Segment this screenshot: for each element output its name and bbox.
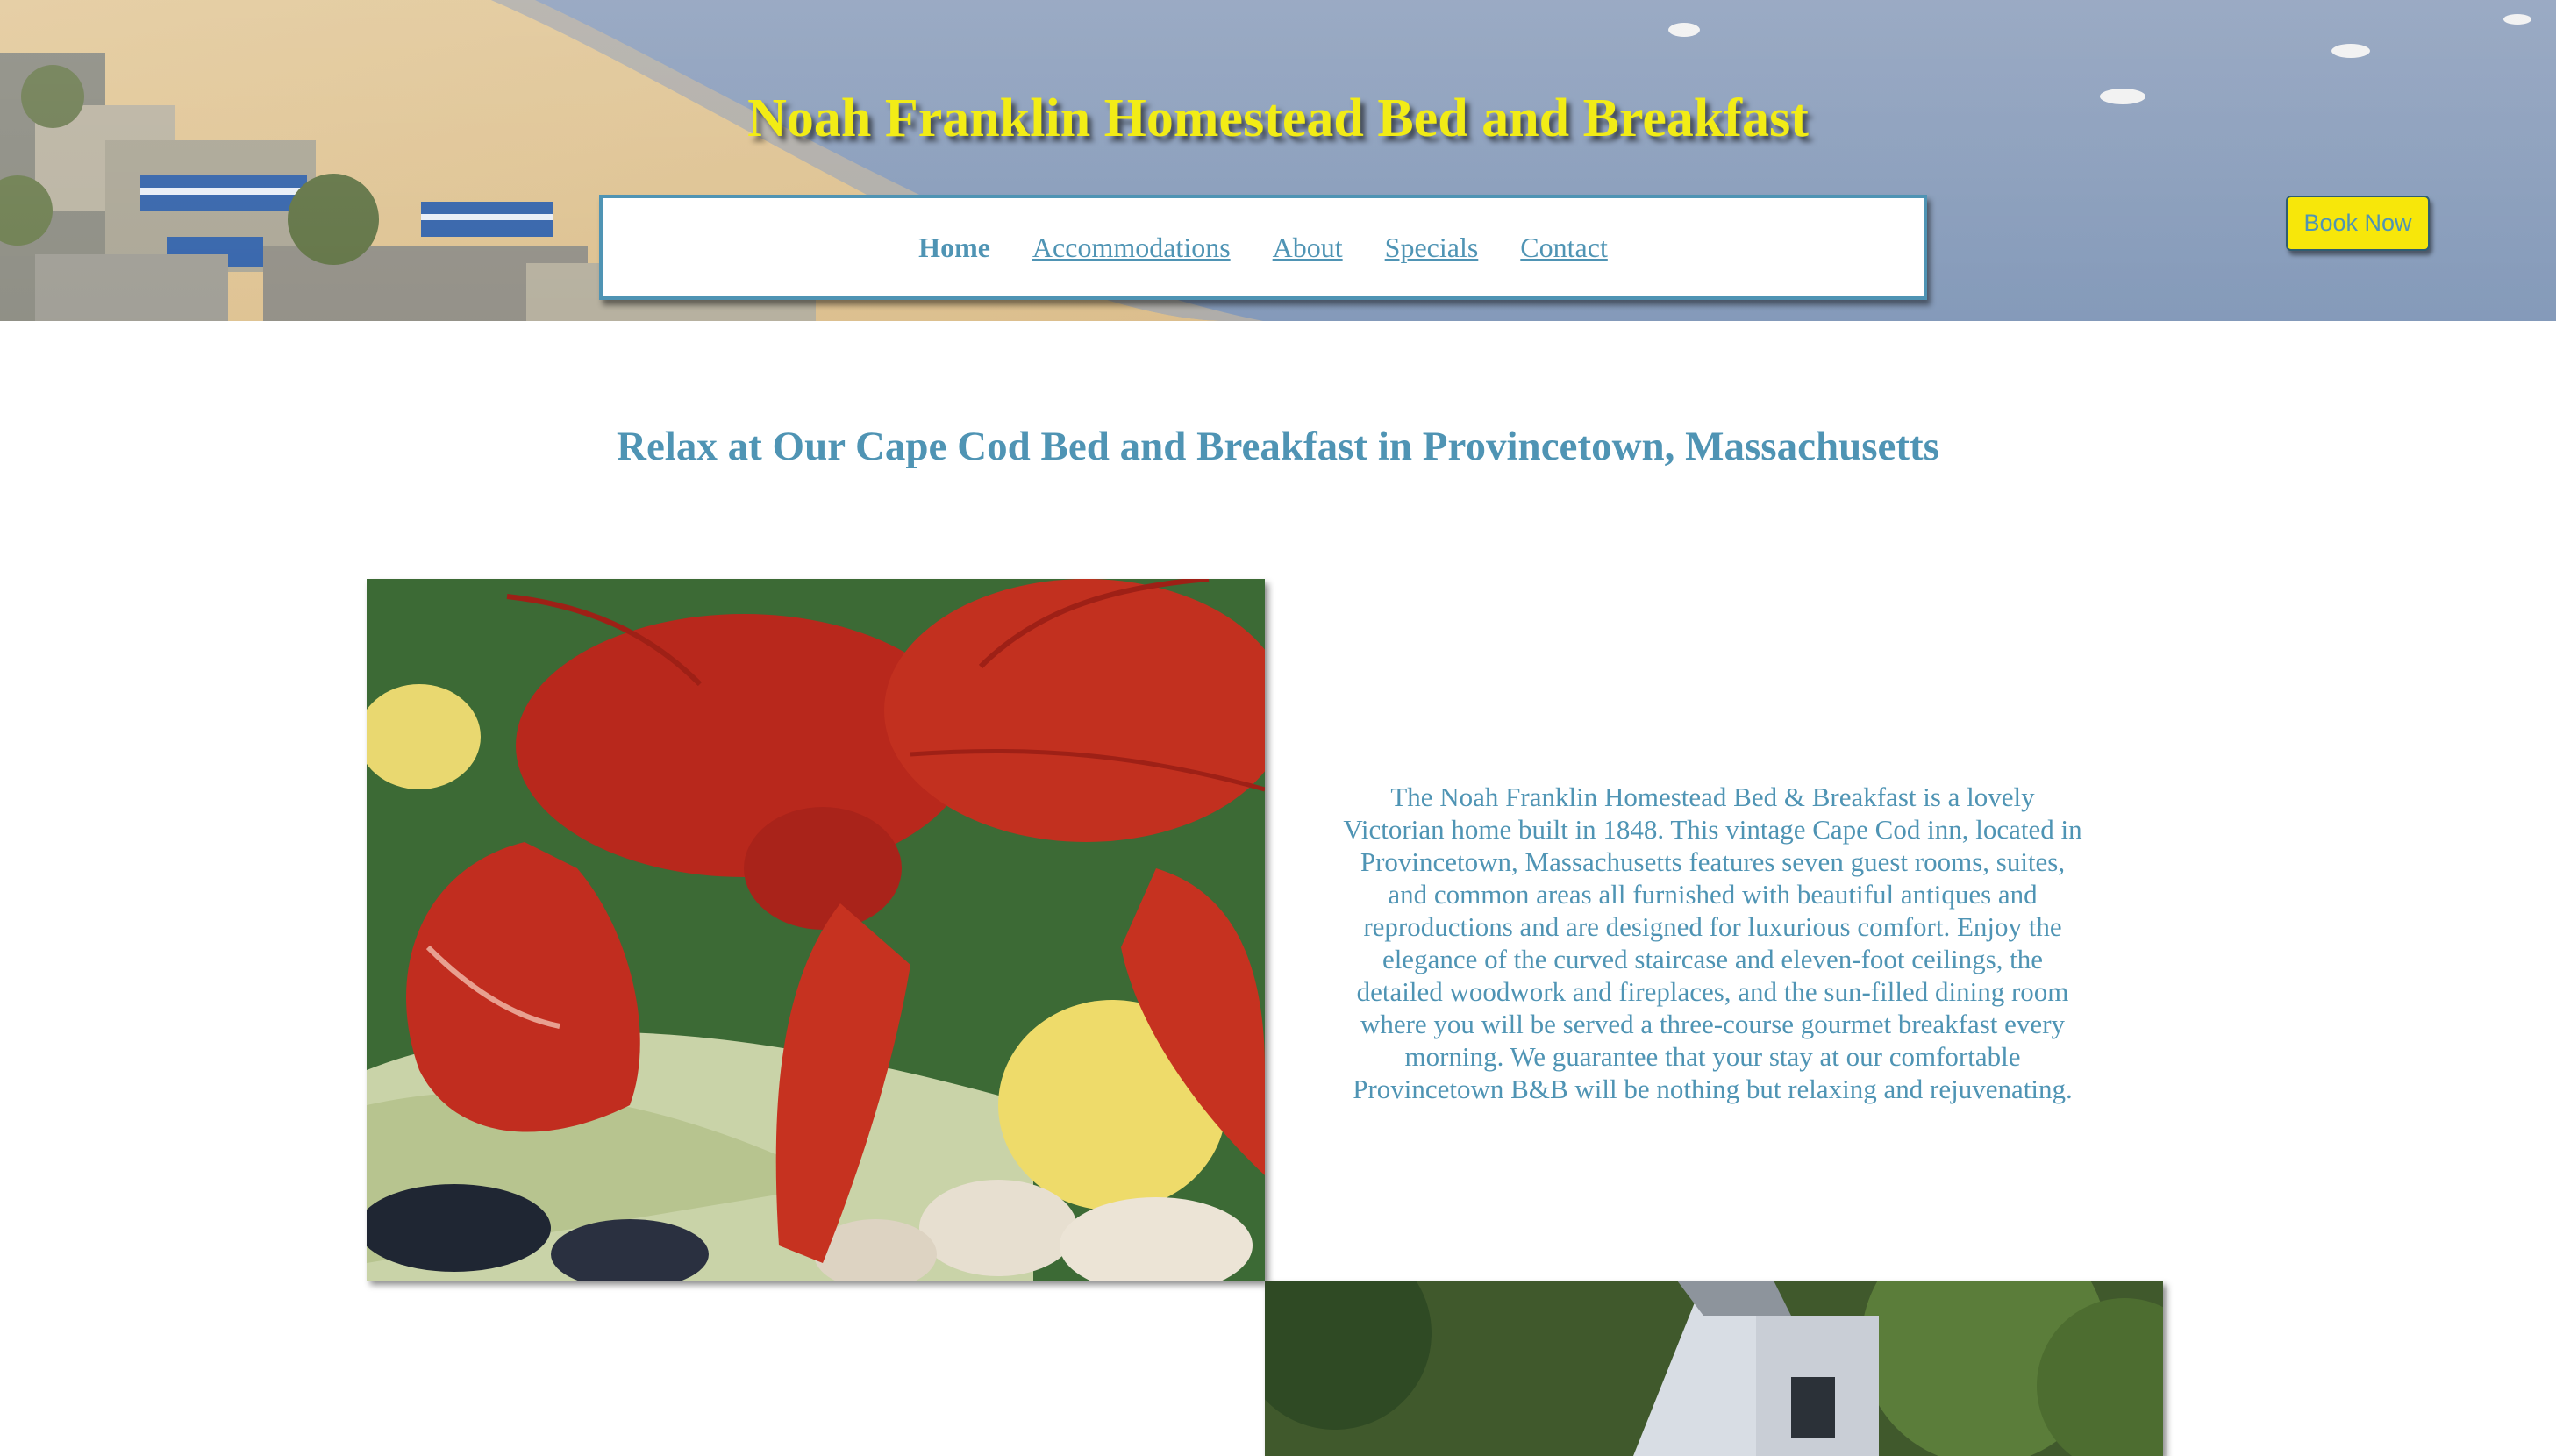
lobster-photo	[367, 579, 1265, 1281]
page-headline: Relax at Our Cape Cod Bed and Breakfast …	[617, 424, 1939, 469]
site-title: Noah Franklin Homestead Bed and Breakfas…	[747, 89, 1809, 148]
main-navigation: Home Accommodations About Specials Conta…	[599, 195, 1927, 300]
nav-accommodations[interactable]: Accommodations	[1032, 232, 1231, 264]
hero-banner: Noah Franklin Homestead Bed and Breakfas…	[0, 0, 2556, 321]
nav-specials[interactable]: Specials	[1385, 232, 1479, 264]
nav-home[interactable]: Home	[918, 232, 990, 264]
house-photo	[1265, 1281, 2163, 1456]
nav-about[interactable]: About	[1273, 232, 1343, 264]
intro-paragraph: The Noah Franklin Homestead Bed & Breakf…	[1343, 782, 2082, 1104]
book-now-button[interactable]: Book Now	[2286, 196, 2430, 251]
nav-contact[interactable]: Contact	[1520, 232, 1608, 264]
